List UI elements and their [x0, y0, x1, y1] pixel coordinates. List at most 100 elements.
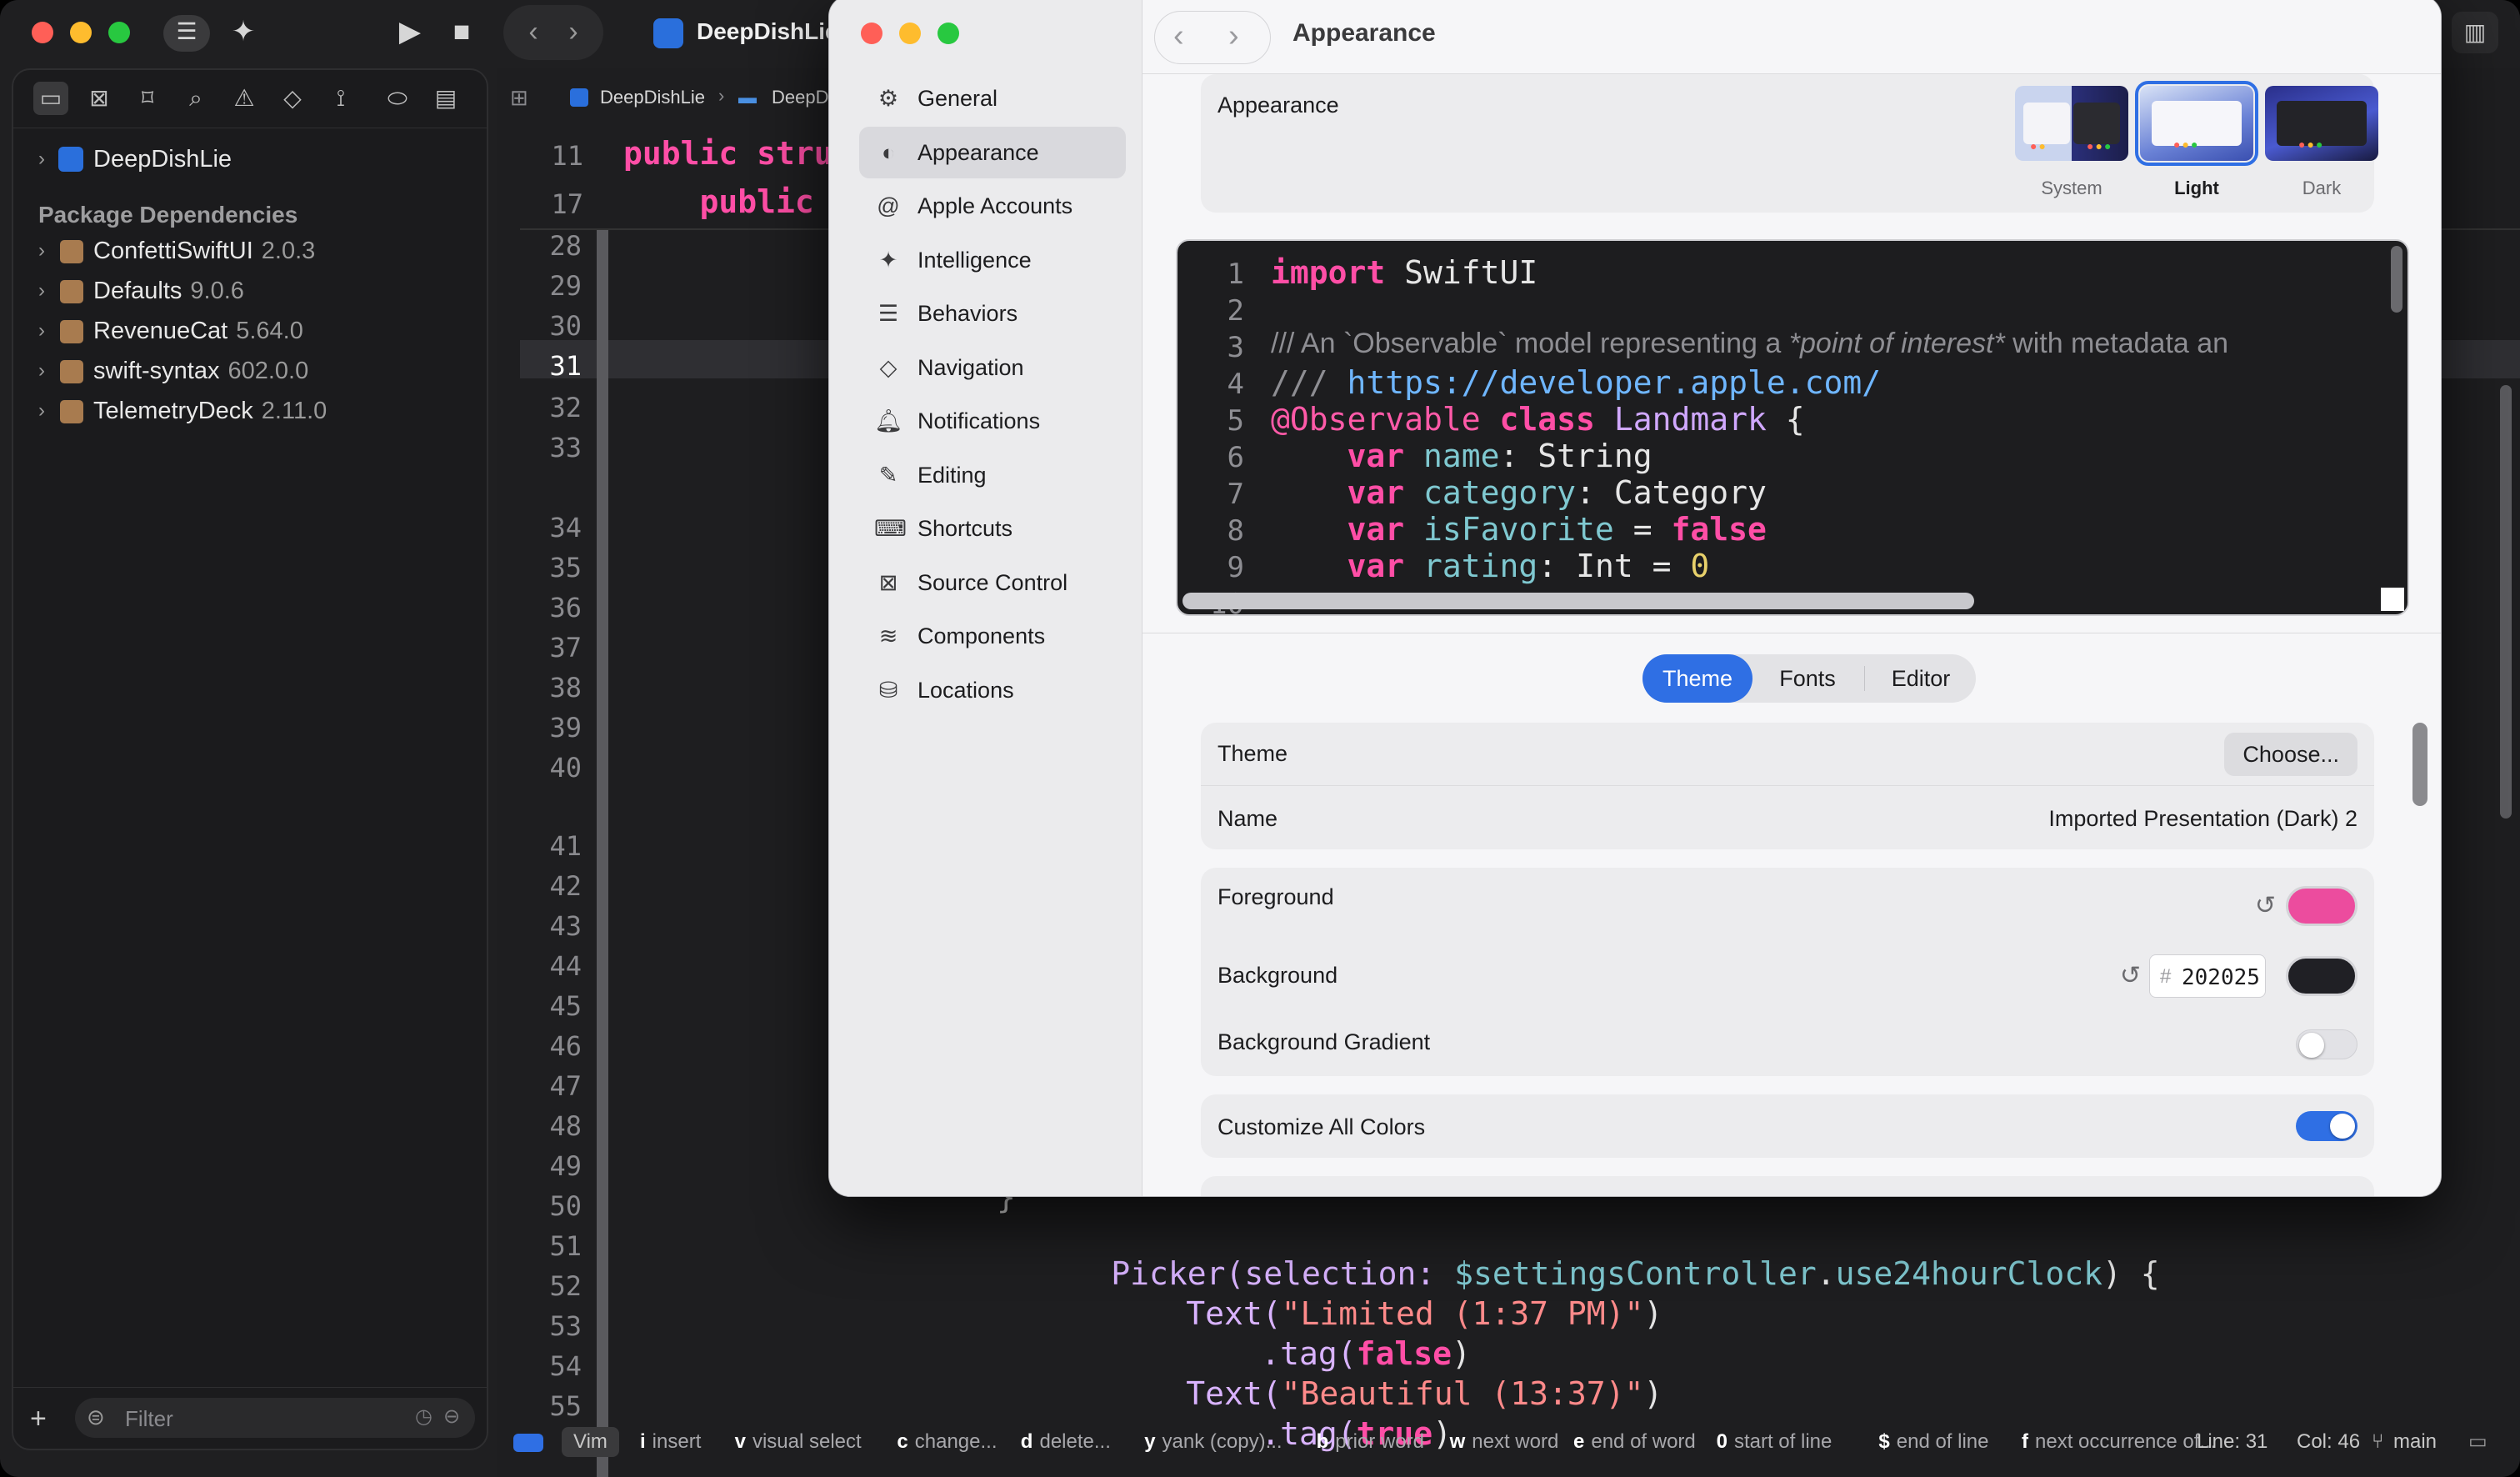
editor-scrollbar[interactable]: [2500, 385, 2512, 819]
vim-hint: i insert: [640, 1419, 701, 1465]
preview-line: var rating: Int = 0: [1347, 548, 1710, 584]
minimize-window-button[interactable]: [899, 23, 921, 44]
background-hex-field[interactable]: # 202025: [2149, 954, 2266, 998]
breadcrumb-folder[interactable]: DeepD: [772, 87, 828, 108]
foreground-color-well[interactable]: [2286, 886, 2358, 926]
appearance-option-light[interactable]: ●●● Light: [2134, 81, 2259, 203]
forward-icon[interactable]: ›: [1228, 18, 1239, 54]
sidebar-item-label: Locations: [918, 677, 1014, 703]
tab-editor[interactable]: Editor: [1866, 654, 1976, 703]
close-window-button[interactable]: [861, 23, 882, 44]
preview-vertical-scrollbar[interactable]: [2391, 246, 2402, 313]
theme-tabs: Theme Fonts Editor: [1642, 654, 1976, 703]
sidebar-item-appearance[interactable]: ◐ Appearance: [859, 126, 1126, 178]
breadcrumb-project[interactable]: DeepDishLie: [600, 87, 705, 108]
disclosure-icon[interactable]: ›: [38, 272, 45, 310]
chevron-right-icon: ›: [718, 85, 725, 106]
vim-hint: d delete...: [1021, 1419, 1111, 1465]
close-window-button[interactable]: [32, 22, 53, 43]
sidebar-item-shortcuts[interactable]: ⌨ Shortcuts: [859, 503, 1126, 554]
package-name: TelemetryDeck: [93, 398, 253, 424]
line-number: 50: [549, 1190, 582, 1222]
sidebar-item-general[interactable]: ⚙ General: [859, 73, 1126, 124]
tab-theme[interactable]: Theme: [1642, 654, 1752, 703]
code-token: .: [1816, 1255, 1836, 1292]
filter-options-icon[interactable]: ⊜: [87, 1404, 105, 1430]
sidebar-item-intelligence[interactable]: ✦ Intelligence: [859, 234, 1126, 286]
background-gradient-toggle[interactable]: [2296, 1029, 2358, 1059]
background-color-well[interactable]: [2286, 956, 2358, 996]
settings-scrollbar[interactable]: [2412, 723, 2428, 806]
reset-icon[interactable]: ↺: [2255, 891, 2276, 920]
sidebar-item-label: Apple Accounts: [918, 193, 1073, 218]
line-number: 17: [551, 188, 583, 220]
line-number: 40: [549, 752, 582, 784]
report-icon[interactable]: ▤: [428, 82, 463, 115]
add-icon[interactable]: +: [30, 1403, 47, 1435]
theme-row: Theme Choose...: [1201, 723, 2374, 786]
sidebar-item-source-control[interactable]: ⊠ Source Control: [859, 557, 1126, 608]
zoom-window-button[interactable]: [108, 22, 130, 43]
run-icon[interactable]: ▶: [392, 15, 428, 48]
stop-icon[interactable]: ■: [445, 15, 478, 48]
background-hex-value: 202025: [2182, 965, 2260, 990]
filter-placeholder: Filter: [125, 1406, 173, 1431]
vim-hint: f next occurrence of...: [2022, 1419, 2216, 1465]
preview-line-number: 9: [1227, 551, 1244, 584]
sidebar-item-label: Behaviors: [918, 301, 1018, 326]
sidebar-item-apple-accounts[interactable]: @ Apple Accounts: [859, 180, 1126, 232]
sidebar-item-notifications[interactable]: 🔔︎ Notifications: [859, 395, 1126, 447]
vim-hint-key: v: [734, 1430, 746, 1453]
vim-hint-key: b: [1316, 1430, 1329, 1453]
customize-all-colors-toggle[interactable]: [2296, 1111, 2358, 1141]
intelligence-sparkle-icon[interactable]: ✦: [223, 15, 263, 48]
folder-icon[interactable]: ▭: [33, 82, 68, 115]
filter-field[interactable]: ⊜ Filter ◷ ⊖: [75, 1398, 475, 1438]
preview-line-number: 4: [1227, 368, 1244, 401]
disclosure-icon[interactable]: ›: [38, 312, 45, 350]
inspector-toggle-icon[interactable]: ▥: [2452, 12, 2498, 53]
code-token: ) {: [2102, 1255, 2160, 1292]
hex-hash: #: [2160, 965, 2172, 988]
theme-card: Theme Choose... Name Imported Presentati…: [1201, 723, 2374, 849]
recent-files-icon[interactable]: ◷: [415, 1404, 432, 1429]
sidebar-item-editing[interactable]: ✎ Editing: [859, 449, 1126, 501]
project-tree-item[interactable]: › DeepDishLie: [13, 140, 487, 178]
editor-mode-icon: [513, 1434, 543, 1452]
bookmark-icon[interactable]: ⌑: [130, 82, 165, 115]
vim-mode-badge[interactable]: Vim: [562, 1427, 619, 1457]
grid-icon[interactable]: ⊞: [510, 85, 528, 111]
disclosure-icon[interactable]: ›: [38, 352, 45, 390]
preview-horizontal-scrollbar[interactable]: [1182, 593, 1974, 609]
choose-theme-button[interactable]: Choose...: [2224, 733, 2358, 776]
disclosure-icon[interactable]: ›: [38, 140, 45, 178]
panel-toggle-icon[interactable]: ▭: [2468, 1419, 2488, 1465]
search-icon[interactable]: ⌕: [178, 82, 213, 115]
sidebar-item-navigation[interactable]: ◇ Navigation: [859, 342, 1126, 393]
preview-line: @Observable class Landmark {: [1271, 401, 1805, 438]
branch-name[interactable]: main: [2393, 1419, 2437, 1465]
warning-icon[interactable]: ⚠: [227, 82, 262, 115]
back-icon[interactable]: ‹: [1173, 18, 1184, 54]
zoom-window-button[interactable]: [938, 23, 959, 44]
appearance-option-dark[interactable]: ●●● Dark: [2259, 86, 2384, 203]
navigator-toggle-icon[interactable]: ☰: [163, 15, 210, 52]
disclosure-icon[interactable]: ›: [38, 232, 45, 270]
tab-fonts[interactable]: Fonts: [1752, 654, 1862, 703]
line-number: 30: [549, 310, 582, 342]
minimize-window-button[interactable]: [70, 22, 92, 43]
source-control-icon[interactable]: ⊠: [82, 82, 117, 115]
scm-filter-icon[interactable]: ⊖: [443, 1404, 460, 1429]
sidebar-item-behaviors[interactable]: ☰ Behaviors: [859, 288, 1126, 339]
sidebar-item-components[interactable]: ≋ Components: [859, 610, 1126, 662]
disclosure-icon[interactable]: ›: [38, 392, 45, 430]
project-title[interactable]: DeepDishLie: [697, 18, 838, 45]
appearance-option-system[interactable]: ●● ●●● System: [2009, 86, 2134, 203]
breakpoint-icon[interactable]: ⬭: [380, 82, 415, 115]
back-icon[interactable]: ‹: [518, 15, 548, 48]
forward-icon[interactable]: ›: [558, 15, 588, 48]
sidebar-item-locations[interactable]: ⛁ Locations: [859, 664, 1126, 716]
debug-icon[interactable]: ⟟: [323, 82, 358, 115]
reset-icon[interactable]: ↺: [2120, 961, 2141, 990]
test-icon[interactable]: ◇: [275, 82, 310, 115]
